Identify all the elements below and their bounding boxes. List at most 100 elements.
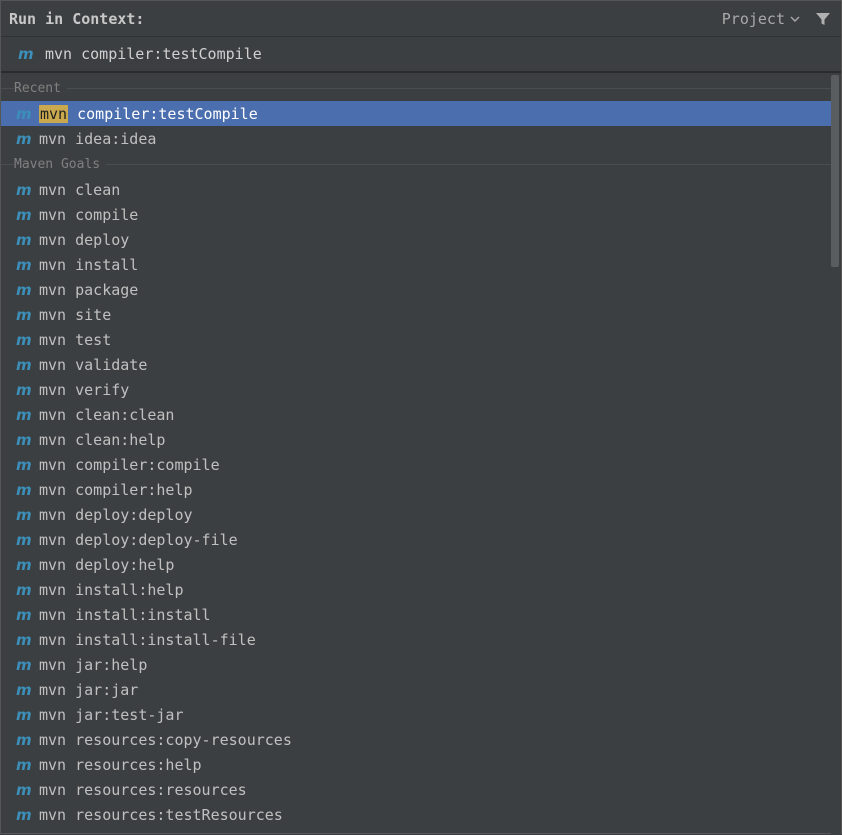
maven-icon: m xyxy=(16,632,32,648)
command-input[interactable] xyxy=(45,45,745,63)
list-item[interactable]: m mvn jar:test-jar xyxy=(1,702,831,727)
scrollbar-thumb[interactable] xyxy=(831,75,839,267)
list-item[interactable]: m mvn clean:clean xyxy=(1,402,831,427)
search-bar: m xyxy=(1,37,841,73)
list-item[interactable]: m mvn deploy xyxy=(1,227,831,252)
maven-icon: m xyxy=(16,682,32,698)
list-item-text: mvn deploy xyxy=(39,230,130,249)
svg-text:m: m xyxy=(16,257,32,273)
maven-icon: m xyxy=(16,407,32,423)
list-item[interactable]: m mvn compiler:compile xyxy=(1,452,831,477)
svg-text:m: m xyxy=(16,507,32,523)
list-item-text: mvn resources:copy-resources xyxy=(39,730,292,749)
list-item[interactable]: m mvn resources:copy-resources xyxy=(1,727,831,752)
group-label: Maven Goals xyxy=(14,156,107,172)
list-item[interactable]: m mvn install:install xyxy=(1,602,831,627)
maven-icon: m xyxy=(16,782,32,798)
list-item-text: mvn install:install xyxy=(39,605,211,624)
list-item[interactable]: m mvn install:install-file xyxy=(1,627,831,652)
maven-icon: m xyxy=(16,182,32,198)
list-item[interactable]: m mvn resources:testResources xyxy=(1,802,831,827)
list-item-text: mvn resources:help xyxy=(39,755,202,774)
list-item-label: mvn compiler:compile xyxy=(39,456,220,474)
maven-icon: m xyxy=(16,507,32,523)
list-item-label: mvn package xyxy=(39,281,138,299)
svg-text:m: m xyxy=(16,632,32,648)
svg-text:m: m xyxy=(16,532,32,548)
list-item[interactable]: m mvn compile xyxy=(1,202,831,227)
list-item[interactable]: m mvn resources:resources xyxy=(1,777,831,802)
list-scrollbar[interactable] xyxy=(831,75,841,835)
maven-icon: m xyxy=(16,732,32,748)
maven-icon: m xyxy=(16,232,32,248)
maven-icon: m xyxy=(16,382,32,398)
maven-icon: m xyxy=(16,432,32,448)
list-item[interactable]: m mvn clean xyxy=(1,177,831,202)
list-item-label: mvn resources:resources xyxy=(39,781,247,799)
list-item[interactable]: m mvn site xyxy=(1,302,831,327)
group-divider xyxy=(1,88,831,89)
list-item-text: mvn package xyxy=(39,280,139,299)
match-highlight: mvn xyxy=(39,104,69,123)
list-item-text: mvn jar:jar xyxy=(39,680,139,699)
svg-text:m: m xyxy=(16,807,32,823)
list-item[interactable]: m mvn deploy:deploy-file xyxy=(1,527,831,552)
list-item-text: mvn jar:help xyxy=(39,655,148,674)
list-item[interactable]: m mvn validate xyxy=(1,352,831,377)
svg-text:m: m xyxy=(16,182,32,198)
svg-text:m: m xyxy=(16,207,32,223)
svg-text:m: m xyxy=(16,607,32,623)
svg-text:m: m xyxy=(18,46,34,62)
list-item[interactable]: m mvn idea:idea xyxy=(1,126,831,151)
list-item[interactable]: m mvn install xyxy=(1,252,831,277)
list-item-text: mvn test xyxy=(39,330,112,349)
list-item[interactable]: m mvn compiler:testCompile xyxy=(1,101,831,126)
maven-icon: m xyxy=(16,131,32,147)
maven-icon: m xyxy=(16,357,32,373)
group-header: Maven Goals xyxy=(1,151,831,177)
header-controls: Project xyxy=(722,10,831,28)
maven-icon: m xyxy=(16,557,32,573)
maven-icon: m xyxy=(16,332,32,348)
svg-text:m: m xyxy=(16,707,32,723)
list-item[interactable]: m mvn jar:help xyxy=(1,652,831,677)
project-scope-dropdown[interactable]: Project xyxy=(722,10,801,28)
list-item[interactable]: m mvn jar:jar xyxy=(1,677,831,702)
list-item-text: mvn install xyxy=(39,255,139,274)
list-item-text: mvn resources:resources xyxy=(39,780,247,799)
list-item[interactable]: m mvn clean:help xyxy=(1,427,831,452)
group-header: Recent xyxy=(1,75,831,101)
list-item[interactable]: m mvn test xyxy=(1,327,831,352)
list-item-text: mvn clean:help xyxy=(39,430,166,449)
list-item[interactable]: m mvn deploy:help xyxy=(1,552,831,577)
list-item-text: mvn deploy:deploy-file xyxy=(39,530,238,549)
list-item[interactable]: m mvn package xyxy=(1,277,831,302)
list-item-label: mvn test xyxy=(39,331,111,349)
list-item[interactable]: m mvn resources:help xyxy=(1,752,831,777)
group-label: Recent xyxy=(14,80,67,96)
maven-icon: m xyxy=(16,457,32,473)
maven-icon: m xyxy=(16,707,32,723)
list-item[interactable]: m mvn install:help xyxy=(1,577,831,602)
list-item[interactable]: m mvn compiler:help xyxy=(1,477,831,502)
maven-icon: m xyxy=(16,307,32,323)
list-item[interactable]: m mvn verify xyxy=(1,377,831,402)
maven-icon: m xyxy=(16,106,32,122)
filter-icon[interactable] xyxy=(815,11,831,27)
maven-icon: m xyxy=(16,582,32,598)
list-item-label: mvn install xyxy=(39,256,138,274)
list-item-label: mvn verify xyxy=(39,381,129,399)
list-item-label: mvn deploy xyxy=(39,231,129,249)
list-item-text: mvn deploy:help xyxy=(39,555,175,574)
list-item-label: mvn clean:help xyxy=(39,431,165,449)
list-item-text: mvn install:help xyxy=(39,580,184,599)
list-item[interactable]: m mvn deploy:deploy xyxy=(1,502,831,527)
svg-text:m: m xyxy=(16,432,32,448)
list-item-text: mvn compiler:compile xyxy=(39,455,220,474)
svg-text:m: m xyxy=(16,757,32,773)
maven-icon: m xyxy=(16,282,32,298)
maven-icon: m xyxy=(16,657,32,673)
svg-text:m: m xyxy=(16,782,32,798)
svg-text:m: m xyxy=(16,407,32,423)
list-item-text: mvn clean xyxy=(39,180,121,199)
